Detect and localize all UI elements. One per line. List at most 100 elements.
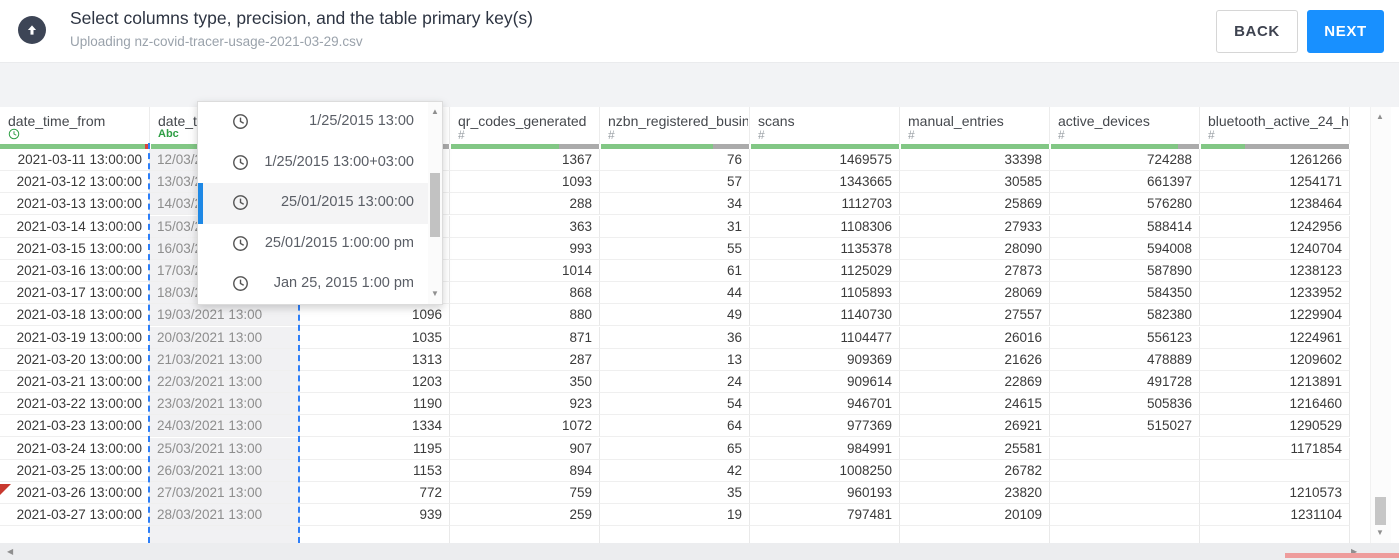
- dropdown-option[interactable]: 25/01/2015 1:00:00 pm: [198, 224, 428, 265]
- dropdown-option[interactable]: 1/25/2015 13:00: [198, 102, 428, 143]
- table-cell: 24615: [900, 393, 1050, 416]
- table-cell: 1171854: [1200, 437, 1350, 460]
- table-cell: [1050, 437, 1200, 460]
- table-cell: 1135378: [750, 237, 900, 260]
- table-cell: 556123: [1050, 326, 1200, 349]
- upload-icon: [18, 16, 46, 44]
- table-cell: 797481: [750, 504, 900, 527]
- table-cell: 31: [600, 215, 750, 238]
- back-button[interactable]: BACK: [1216, 10, 1298, 53]
- table-cell: 1014: [450, 260, 600, 282]
- table-cell: 2021-03-25 13:00:00: [0, 459, 150, 482]
- table-cell: 33398: [900, 149, 1050, 171]
- next-button[interactable]: NEXT: [1307, 10, 1384, 53]
- dropdown-scrollbar[interactable]: ▲ ▼: [428, 102, 442, 304]
- table-cell: [1200, 526, 1350, 543]
- table-cell: 1008250: [750, 459, 900, 482]
- column-header-manual_entries[interactable]: manual_entries #: [900, 107, 1050, 144]
- horizontal-scrollbar[interactable]: ◀ ▶: [0, 543, 1399, 560]
- table-cell: 588414: [1050, 215, 1200, 238]
- column-name: active_devices: [1058, 113, 1150, 129]
- table-cell: 2021-03-23 13:00:00: [0, 415, 150, 438]
- column-header-qr_codes_generated[interactable]: qr_codes_generated #: [450, 107, 600, 144]
- column-name: bluetooth_active_24_hr_: [1208, 113, 1348, 129]
- app-window: { "header": { "title": "Select columns t…: [0, 0, 1399, 560]
- page-header: Select columns type, precision, and the …: [0, 0, 1399, 62]
- table-cell: 1105893: [750, 282, 900, 305]
- table-cell: 960193: [750, 482, 900, 504]
- table-cell: 26016: [900, 326, 1050, 349]
- table-cell: 61: [600, 260, 750, 282]
- date-format-dropdown: 1/25/2015 13:00 1/25/2015 13:00+03:00 25/0…: [197, 101, 443, 305]
- scroll-up-icon[interactable]: ▲: [431, 108, 439, 116]
- table-cell: 1229904: [1200, 304, 1350, 327]
- vertical-scroll-thumb[interactable]: [1375, 497, 1386, 525]
- table-cell: 2021-03-12 13:00:00: [0, 171, 150, 194]
- table-cell: 21626: [900, 348, 1050, 371]
- table-cell: 871: [450, 326, 600, 349]
- table-cell: [1050, 459, 1200, 482]
- clock-icon: [232, 275, 249, 297]
- table-cell: 22869: [900, 371, 1050, 393]
- table-cell: 505836: [1050, 393, 1200, 416]
- vertical-scrollbar[interactable]: ▲ ▼: [1370, 107, 1391, 543]
- column-header-active_devices[interactable]: active_devices #: [1050, 107, 1200, 144]
- table-cell: [1050, 482, 1200, 504]
- table-cell: 2021-03-16 13:00:00: [0, 260, 150, 282]
- table-cell: 2021-03-21 13:00:00: [0, 371, 150, 393]
- table-cell: 1140730: [750, 304, 900, 327]
- table-cell: 2021-03-15 13:00:00: [0, 237, 150, 260]
- table-cell: 868: [450, 282, 600, 305]
- column-header-date_time_from[interactable]: date_time_from: [0, 107, 150, 144]
- table-cell: 1213891: [1200, 371, 1350, 393]
- table-cell: 44: [600, 282, 750, 305]
- table-cell: [600, 526, 750, 543]
- table-cell: [450, 526, 600, 543]
- option-label: 1/25/2015 13:00: [309, 113, 414, 129]
- table-cell: 909369: [750, 348, 900, 371]
- table-cell: 287: [450, 348, 600, 371]
- column-type-indicator: #: [608, 128, 615, 142]
- table-cell: 984991: [750, 437, 900, 460]
- dropdown-option[interactable]: 1/25/2015 13:00+03:00: [198, 143, 428, 184]
- table-cell: 478889: [1050, 348, 1200, 371]
- table-cell: 1254171: [1200, 171, 1350, 194]
- table-cell: 1343665: [750, 171, 900, 194]
- scroll-down-icon[interactable]: ▼: [1376, 529, 1384, 537]
- table-cell: 1367: [450, 149, 600, 171]
- table-cell: 1313: [300, 348, 450, 371]
- table-cell: [1050, 504, 1200, 527]
- table-cell: 1224961: [1200, 326, 1350, 349]
- table-cell: 1261266: [1200, 149, 1350, 171]
- column-header-scans[interactable]: scans #: [750, 107, 900, 144]
- column-name: date_t: [158, 113, 197, 129]
- dropdown-option[interactable]: Jan 25, 2015 1:00 pm: [198, 264, 428, 305]
- selected-column-left-border: [148, 143, 150, 543]
- dropdown-option-selected[interactable]: 25/01/2015 13:00:00: [198, 183, 428, 225]
- table-cell: 923: [450, 393, 600, 416]
- table-cell: 2021-03-17 13:00:00: [0, 282, 150, 305]
- column-header-nzbn_registered_busine[interactable]: nzbn_registered_busine #: [600, 107, 750, 144]
- table-cell: 515027: [1050, 415, 1200, 438]
- column-type-indicator: Abc: [158, 128, 179, 140]
- table-cell: 587890: [1050, 260, 1200, 282]
- table-cell: 26921: [900, 415, 1050, 438]
- table-cell: 27933: [900, 215, 1050, 238]
- column-header-bluetooth_active_24_hr_[interactable]: bluetooth_active_24_hr_ #: [1200, 107, 1350, 144]
- table-cell: 20/03/2021 13:00: [150, 326, 300, 349]
- selected-option-bar: [198, 183, 203, 225]
- table-cell: [150, 526, 300, 543]
- scroll-left-icon[interactable]: ◀: [7, 548, 13, 556]
- scroll-up-icon[interactable]: ▲: [1376, 113, 1384, 121]
- table-cell: 759: [450, 482, 600, 504]
- table-cell: 35: [600, 482, 750, 504]
- table-cell: 1334: [300, 415, 450, 438]
- column-type-indicator: #: [458, 128, 465, 142]
- table-cell: 1238464: [1200, 193, 1350, 216]
- table-cell: [750, 526, 900, 543]
- scroll-down-icon[interactable]: ▼: [431, 290, 439, 298]
- table-cell: 23/03/2021 13:00: [150, 393, 300, 416]
- table-cell: 25869: [900, 193, 1050, 216]
- table-cell: 1190: [300, 393, 450, 416]
- dropdown-scroll-thumb[interactable]: [430, 173, 440, 237]
